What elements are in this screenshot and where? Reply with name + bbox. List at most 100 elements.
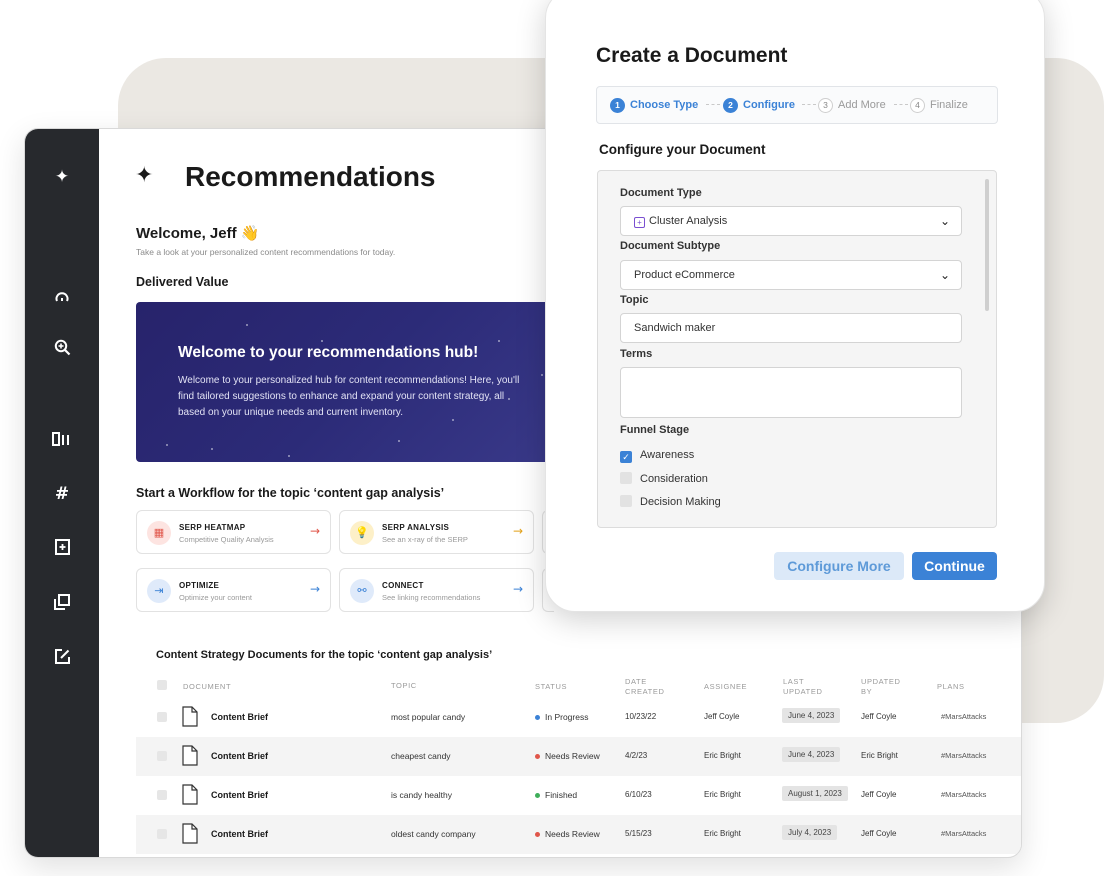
status-dot-icon [535,715,540,721]
last-updated-cell: July 4, 2023 [782,825,838,840]
welcome-heading: Welcome, Jeff 👋 [136,225,260,242]
status-text: Needs Review [545,829,600,839]
gauge-icon[interactable] [25,289,99,310]
document-subtype-select[interactable]: Product eCommerce ⌄ [620,260,962,290]
document-name[interactable]: Content Brief [211,751,268,761]
checkbox-icon[interactable] [620,495,632,507]
plans-cell[interactable]: #MarsAttacks [941,790,986,799]
step-finalize[interactable]: 4 Finalize [910,98,968,113]
document-add-icon[interactable] [25,539,99,560]
status-cell: In Progress [535,712,588,722]
date-created-cell: 5/15/23 [625,829,652,838]
decorative-star [166,444,168,446]
decorative-star [498,340,500,342]
workflow-description: Optimize your content [179,593,252,602]
assignee-cell: Jeff Coyle [704,712,740,721]
plans-cell[interactable]: #MarsAttacks [941,712,986,721]
document-name[interactable]: Content Brief [211,712,268,722]
column-header-last-updated[interactable]: LAST UPDATED [783,677,822,697]
step-configure[interactable]: 2 Configure [723,98,795,113]
table-row[interactable]: Content Brief cheapest candy Needs Revie… [136,737,1021,776]
hashtag-icon[interactable]: # [25,484,99,504]
step-add-more[interactable]: 3 Add More [818,98,886,113]
updated-by-cell: Jeff Coyle [861,712,897,721]
workflow-description: See linking recommendations [382,593,481,602]
row-checkbox[interactable] [157,790,167,800]
date-created-cell: 10/23/22 [625,712,657,721]
optimize-icon: ⇥ [147,579,171,603]
checkbox-icon[interactable] [620,472,632,484]
plans-cell[interactable]: #MarsAttacks [941,751,986,760]
continue-button[interactable]: Continue [912,552,997,580]
column-header-plans[interactable]: PLANS [937,682,965,692]
status-dot-icon [535,832,540,838]
status-dot-icon [535,754,540,760]
document-icon [182,706,198,727]
document-name[interactable]: Content Brief [211,829,268,839]
copy-icon[interactable] [25,594,99,615]
select-all-checkbox[interactable] [157,680,167,690]
workflow-card-serp-analysis[interactable]: 💡 SERP ANALYSIS See an x-ray of the SERP… [339,510,534,554]
table-row[interactable]: Content Brief most popular candy In Prog… [136,698,1021,737]
stepper: 1 Choose Type 2 Configure 3 Add More 4 Final… [596,86,998,124]
create-document-modal: Create a Document 1 Choose Type 2 Configur… [545,0,1045,612]
row-checkbox[interactable] [157,712,167,722]
table-row[interactable]: Content Brief is candy healthy Finished … [136,776,1021,815]
column-header-document[interactable]: DOCUMENT [183,682,231,692]
hero-body: Welcome to your personalized hub for con… [178,375,520,418]
updated-by-cell: Jeff Coyle [861,829,897,838]
column-header-updated-by[interactable]: UPDATED BY [861,677,900,697]
document-type-value: + Cluster Analysis [634,215,727,228]
workflow-name: SERP ANALYSIS [382,523,450,532]
sparkle-icon[interactable]: ✦ [25,167,99,187]
status-cell: Needs Review [535,751,600,761]
column-header-assignee[interactable]: ASSIGNEE [704,682,747,692]
columns-icon[interactable] [25,431,99,451]
connect-icon: ⚯ [350,579,374,603]
configure-more-button[interactable]: Configure More [774,552,904,580]
last-updated-cell: August 1, 2023 [782,786,848,801]
step-label: Finalize [930,99,968,111]
funnel-option-decision-making[interactable]: Decision Making [620,495,721,508]
workflow-card-connect[interactable]: ⚯ CONNECT See linking recommendations → [339,568,534,612]
lightbulb-icon: 💡 [350,521,374,545]
funnel-option-consideration[interactable]: Consideration [620,472,708,485]
panel-scrollbar[interactable] [985,179,989,311]
funnel-option-awareness[interactable]: ✓ Awareness [620,449,694,463]
column-header-topic[interactable]: TOPIC [391,681,417,691]
status-cell: Needs Review [535,829,600,839]
date-created-cell: 4/2/23 [625,751,648,760]
topic-label: Topic [620,294,649,306]
updated-by-cell: Jeff Coyle [861,790,897,799]
workflow-name: OPTIMIZE [179,581,220,590]
decorative-star [246,324,248,326]
document-type-select[interactable]: + Cluster Analysis ⌄ [620,206,962,236]
checkbox-checked-icon[interactable]: ✓ [620,451,632,463]
workflow-name: SERP HEATMAP [179,523,246,532]
row-checkbox[interactable] [157,829,167,839]
decorative-star [398,440,400,442]
status-text: Finished [545,790,578,800]
workflow-card-serp-heatmap[interactable]: ▦ SERP HEATMAP Competitive Quality Analy… [136,510,331,554]
configure-panel: Document Type + Cluster Analysis ⌄ Docume… [597,170,997,528]
search-zoom-icon[interactable] [25,339,99,361]
decorative-star [321,340,323,342]
table-row[interactable]: Content Brief oldest candy company Needs… [136,815,1021,854]
column-header-date-created[interactable]: DATE CREATED [625,677,664,697]
workflow-card-optimize[interactable]: ⇥ OPTIMIZE Optimize your content → [136,568,331,612]
document-subtype-value: Product eCommerce [634,269,735,281]
document-name[interactable]: Content Brief [211,790,268,800]
assignee-cell: Eric Bright [704,829,741,838]
step-choose-type[interactable]: 1 Choose Type [610,98,698,113]
plans-cell[interactable]: #MarsAttacks [941,829,986,838]
topic-input[interactable]: Sandwich maker [620,313,962,343]
document-icon [182,823,198,844]
column-header-status[interactable]: STATUS [535,682,567,692]
topic-cell: cheapest candy [391,751,451,761]
decorative-star [288,455,290,457]
terms-textarea[interactable] [620,367,962,418]
step-number: 3 [818,98,833,113]
hero-title: Welcome to your recommendations hub! [178,344,479,361]
edit-icon[interactable] [25,649,99,669]
row-checkbox[interactable] [157,751,167,761]
